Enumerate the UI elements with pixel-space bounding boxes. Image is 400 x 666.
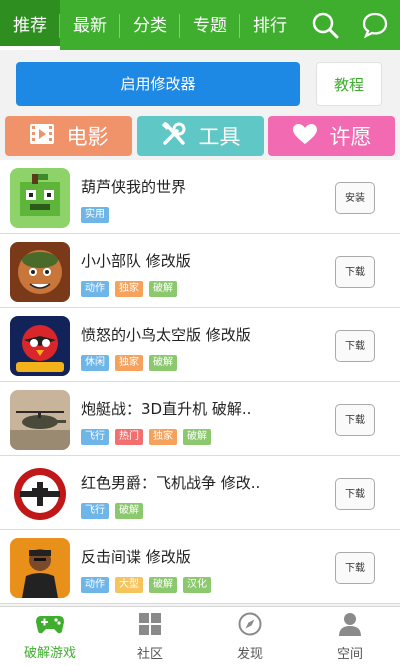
tag-group: 动作 大型 破解 汉化 <box>81 577 211 593</box>
app-name: 愤怒的小鸟太空版 修改版 <box>81 326 251 344</box>
tag-group: 休闲 独家 破解 <box>81 355 177 371</box>
nav-space[interactable]: 空间 <box>300 607 400 666</box>
tag-badge: 独家 <box>115 355 143 371</box>
category-wish-button[interactable]: 许愿 <box>268 116 395 156</box>
tag-badge: 破解 <box>115 503 143 519</box>
list-item[interactable]: 炮艇战：3D直升机 破解.. 飞行 热门 独家 破解 下载 <box>0 382 400 456</box>
install-button[interactable]: 安装 <box>335 182 375 214</box>
list-item[interactable]: 反击间谍 修改版 动作 大型 破解 汉化 下载 <box>0 530 400 604</box>
tag-group: 飞行 破解 <box>81 503 143 519</box>
app-name: 小小部队 修改版 <box>81 252 191 270</box>
tag-badge: 破解 <box>149 355 177 371</box>
tag-group: 飞行 热门 独家 破解 <box>81 429 211 445</box>
download-button[interactable]: 下载 <box>335 478 375 510</box>
nav-discover[interactable]: 发现 <box>200 607 300 666</box>
download-button[interactable]: 下载 <box>335 256 375 288</box>
user-icon <box>338 612 362 640</box>
gamepad-icon <box>35 613 65 639</box>
top-nav-bar: 推荐 最新 分类 专题 排行 <box>0 0 400 50</box>
list-item[interactable]: 红色男爵：飞机战争 修改.. 飞行 破解 下载 <box>0 456 400 530</box>
tag-badge: 动作 <box>81 577 109 593</box>
category-wish-label: 许愿 <box>329 125 372 149</box>
tag-badge: 破解 <box>149 577 177 593</box>
action-row: 启用修改器 教程 <box>0 50 400 110</box>
app-icon-gunship-battle <box>10 390 70 450</box>
tab-topics[interactable]: 专题 <box>180 0 240 50</box>
tag-badge: 休闲 <box>81 355 109 371</box>
app-icon-counter-spy <box>10 538 70 598</box>
download-button[interactable]: 下载 <box>335 552 375 584</box>
category-tools-label: 工具 <box>198 125 241 149</box>
tag-badge: 实用 <box>81 207 109 223</box>
chat-bubble-icon[interactable] <box>350 0 400 50</box>
category-tools-button[interactable]: 工具 <box>137 116 264 156</box>
app-name: 反击间谍 修改版 <box>81 548 191 566</box>
app-name: 葫芦侠我的世界 <box>81 178 187 196</box>
grid-icon <box>138 612 162 640</box>
tutorial-button[interactable]: 教程 <box>316 62 382 106</box>
tab-ranking[interactable]: 排行 <box>240 0 300 50</box>
nav-label: 空间 <box>336 646 363 662</box>
tag-group: 实用 <box>81 207 109 223</box>
nav-label: 破解游戏 <box>23 645 76 661</box>
app-name: 红色男爵：飞机战争 修改.. <box>81 474 261 492</box>
nav-label: 发现 <box>236 646 263 662</box>
list-item[interactable]: 小小部队 修改版 动作 独家 破解 下载 <box>0 234 400 308</box>
tag-badge: 破解 <box>183 429 211 445</box>
tag-group: 动作 独家 破解 <box>81 281 177 297</box>
nav-label: 社区 <box>136 646 163 662</box>
app-icon-red-baron <box>10 464 70 524</box>
enable-modifier-button[interactable]: 启用修改器 <box>16 62 300 106</box>
tag-badge: 汉化 <box>183 577 211 593</box>
category-movie-label: 电影 <box>66 125 109 149</box>
bottom-nav-bar: 破解游戏 社区 发现 空间 <box>0 606 400 666</box>
app-icon-tiny-troopers <box>10 242 70 302</box>
tag-badge: 大型 <box>115 577 143 593</box>
list-item[interactable]: 葫芦侠我的世界 实用 安装 <box>0 160 400 234</box>
nav-cracked-games[interactable]: 破解游戏 <box>0 607 100 666</box>
tab-latest[interactable]: 最新 <box>60 0 120 50</box>
category-movie-button[interactable]: 电影 <box>5 116 132 156</box>
app-icon-minecraft <box>10 168 70 228</box>
tools-icon <box>161 120 187 151</box>
tag-badge: 独家 <box>115 281 143 297</box>
tag-badge: 飞行 <box>81 429 109 445</box>
tag-badge: 破解 <box>149 281 177 297</box>
nav-community[interactable]: 社区 <box>100 607 200 666</box>
app-list: 葫芦侠我的世界 实用 安装 小小部队 修改版 动作 独家 破解 下载 愤怒的小鸟… <box>0 160 400 604</box>
heart-icon <box>292 123 318 150</box>
search-icon[interactable] <box>300 0 350 50</box>
app-name: 炮艇战：3D直升机 破解.. <box>81 400 252 418</box>
tab-recommended[interactable]: 推荐 <box>0 0 60 50</box>
tag-badge: 热门 <box>115 429 143 445</box>
tag-badge: 飞行 <box>81 503 109 519</box>
download-button[interactable]: 下载 <box>335 330 375 362</box>
category-row: 电影 工具 许愿 <box>0 116 400 156</box>
tab-category[interactable]: 分类 <box>120 0 180 50</box>
list-item[interactable]: 愤怒的小鸟太空版 修改版 休闲 独家 破解 下载 <box>0 308 400 382</box>
app-icon-angry-birds-space <box>10 316 70 376</box>
tag-badge: 独家 <box>149 429 177 445</box>
compass-icon <box>238 612 262 640</box>
download-button[interactable]: 下载 <box>335 404 375 436</box>
film-icon <box>29 123 55 150</box>
tag-badge: 动作 <box>81 281 109 297</box>
